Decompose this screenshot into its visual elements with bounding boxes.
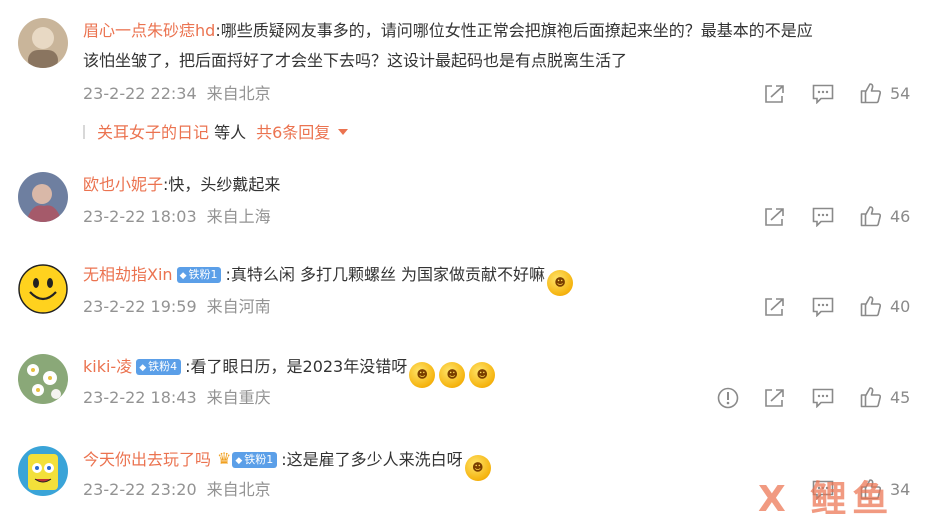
- diamond-icon: ◆: [179, 271, 187, 281]
- location: 来自北京: [206, 480, 271, 499]
- username-link[interactable]: 眉心一点朱砂痣hd: [83, 21, 215, 40]
- smirk-emoji-icon: ☻: [439, 362, 466, 388]
- smirk-emoji-icon: ☻: [409, 362, 436, 388]
- like-icon[interactable]: [860, 205, 882, 227]
- comment-text: kiki-凌 ◆ 铁粉4:看了眼日历，是2023年没错呀 ☻ ☻ ☻: [83, 352, 496, 388]
- like-count: 45: [890, 388, 911, 407]
- comment-meta: 23-2-22 23:20 来自北京: [83, 479, 271, 501]
- location: 来自河南: [206, 297, 271, 316]
- username-link[interactable]: kiki-凌: [83, 357, 132, 376]
- sleepy-emoji-icon: ☻: [464, 455, 491, 481]
- smirk-emoji-icon: ☻: [469, 362, 496, 388]
- fan-badge[interactable]: ◆ 铁粉1: [176, 267, 222, 283]
- username-link[interactable]: 今天你出去玩了吗: [83, 450, 211, 469]
- share-icon[interactable]: [764, 207, 786, 227]
- watermark-logo: X 鲤鱼: [758, 479, 895, 520]
- laugh-cry-emoji-icon: ☻: [547, 270, 574, 296]
- location: 来自重庆: [206, 388, 271, 407]
- avatar[interactable]: [18, 264, 68, 314]
- replier-link[interactable]: 关耳女子的日记: [97, 123, 209, 142]
- diamond-icon: ◆: [235, 456, 243, 466]
- comment-item: 欧也小妮子:快，头纱戴起来 23-2-22 18:03 来自上海 46: [0, 160, 926, 240]
- comment-text: 无相劫指Xin ◆ 铁粉1:真特么闲 多打几颗螺丝 为国家做贡献不好嘛 ☻: [83, 260, 574, 296]
- avatar[interactable]: [18, 354, 68, 404]
- share-icon[interactable]: [764, 84, 786, 104]
- comment-meta: 23-2-22 18:43 来自重庆: [83, 387, 271, 409]
- comment-text: 今天你出去玩了吗 ♛ ◆ 铁粉1:这是雇了多少人来洗白呀 ☻: [83, 444, 491, 481]
- comment-meta: 23-2-22 22:34 来自北京: [83, 83, 271, 105]
- share-icon[interactable]: [764, 388, 786, 408]
- caret-down-icon[interactable]: [338, 129, 349, 135]
- timestamp: 23-2-22 18:43: [83, 388, 197, 407]
- timestamp: 23-2-22 23:20: [83, 480, 197, 499]
- like-count: 46: [890, 207, 911, 226]
- timestamp: 23-2-22 22:34: [83, 84, 197, 103]
- comment-icon[interactable]: [812, 207, 834, 227]
- avatar[interactable]: [18, 172, 68, 222]
- avatar[interactable]: [18, 18, 68, 68]
- username-link[interactable]: 无相劫指Xin: [83, 265, 173, 284]
- location: 来自上海: [206, 207, 271, 226]
- like-icon[interactable]: [860, 82, 882, 104]
- fan-badge[interactable]: ◆ 铁粉4: [136, 359, 182, 375]
- comment-text: 眉心一点朱砂痣hd:哪些质疑网友事多的，请问哪位女性正常会把旗袍后面撩起来坐的？…: [83, 21, 813, 40]
- comment-text-continued: 该怕坐皱了，把后面捋好了才会坐下去吗？这设计最起码也是有点脱离生活了: [83, 51, 628, 70]
- report-icon[interactable]: [717, 387, 739, 409]
- more-replies-link[interactable]: 共6条回复: [256, 123, 330, 142]
- timestamp: 23-2-22 19:59: [83, 297, 197, 316]
- crown-icon: ♛: [217, 449, 232, 468]
- comment-item: 眉心一点朱砂痣hd:哪些质疑网友事多的，请问哪位女性正常会把旗袍后面撩起来坐的？…: [0, 0, 926, 120]
- timestamp: 23-2-22 18:03: [83, 207, 197, 226]
- comment-icon[interactable]: [812, 388, 834, 408]
- fan-badge[interactable]: ◆ 铁粉1: [232, 452, 278, 468]
- divider: [83, 125, 85, 139]
- like-icon[interactable]: [860, 295, 882, 317]
- avatar[interactable]: [18, 446, 68, 496]
- comment-icon[interactable]: [812, 84, 834, 104]
- diamond-icon: ◆: [139, 363, 147, 373]
- like-count: 40: [890, 297, 911, 316]
- comment-text: 欧也小妮子:快，头纱戴起来: [83, 175, 281, 194]
- comment-meta: 23-2-22 19:59 来自河南: [83, 296, 271, 318]
- comment-item: 无相劫指Xin ◆ 铁粉1:真特么闲 多打几颗螺丝 为国家做贡献不好嘛 ☻ 23-2-…: [0, 252, 926, 332]
- like-icon[interactable]: [860, 386, 882, 408]
- like-count: 54: [890, 84, 911, 103]
- comment-meta: 23-2-22 18:03 来自上海: [83, 206, 271, 228]
- share-icon[interactable]: [764, 297, 786, 317]
- comment-icon[interactable]: [812, 297, 834, 317]
- username-link[interactable]: 欧也小妮子: [83, 175, 163, 194]
- location: 来自北京: [206, 84, 271, 103]
- comment-item: kiki-凌 ◆ 铁粉4:看了眼日历，是2023年没错呀 ☻ ☻ ☻ 23-2-22 18…: [0, 344, 926, 424]
- reply-summary[interactable]: 关耳女子的日记 等人 共6条回复: [83, 122, 349, 144]
